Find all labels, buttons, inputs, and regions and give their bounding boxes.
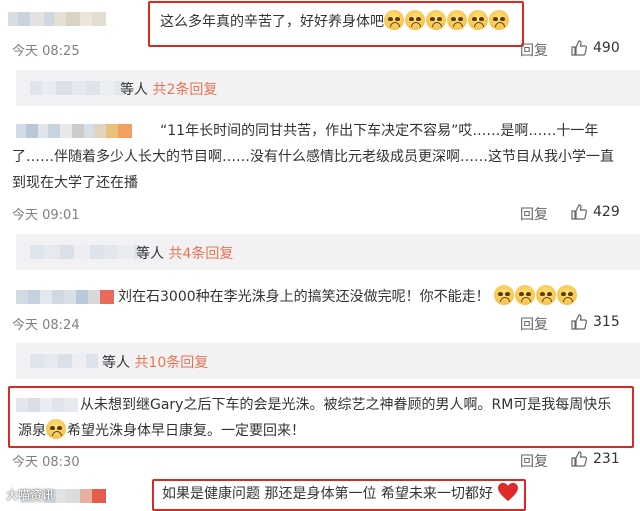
comment-text: 从未想到继Gary之后下车的会是光洙。被综艺之神眷顾的男人啊。RM可是我每周快乐 [80, 397, 612, 413]
username-blurred[interactable] [30, 245, 148, 259]
subreply-bar: 等人 共4条回复 [16, 234, 640, 270]
timestamp: 今天 09:01 [12, 208, 80, 223]
like-count: 315 [593, 314, 620, 330]
comment-text: 了……伴随着多少人长大的节目啊……没有什么感情比元老级成员更深啊……这节目从我小… [12, 149, 614, 165]
like-count: 231 [593, 451, 620, 467]
like-button[interactable]: 315 [571, 314, 620, 330]
crying-face-icon [384, 10, 404, 30]
like-button[interactable]: 231 [571, 451, 620, 467]
view-replies-link[interactable]: 共10条回复 [134, 355, 208, 371]
timestamp: 今天 08:25 [12, 44, 80, 59]
thumbs-up-icon [571, 40, 587, 56]
crying-face-icon [46, 419, 66, 439]
username-blurred[interactable] [30, 81, 128, 95]
reply-button[interactable]: 回复 [520, 451, 548, 471]
like-button[interactable]: 429 [571, 204, 620, 220]
subreply-users: 等人 [120, 82, 148, 98]
subreply-users: 等人 [136, 246, 164, 262]
like-count: 490 [593, 40, 620, 56]
username-blurred[interactable] [8, 12, 106, 26]
subreply-bar: 等人 共2条回复 [16, 70, 640, 106]
timestamp: 今天 08:30 [12, 455, 80, 470]
crying-face-icon [535, 285, 556, 305]
username-blurred[interactable] [16, 398, 78, 412]
username-blurred[interactable] [16, 124, 132, 138]
crying-face-icon [493, 285, 514, 305]
crying-face-icon [489, 10, 509, 30]
comment-text: 刘在石3000种在李光洙身上的搞笑还没做完呢！你不能走！ [118, 284, 578, 310]
crying-face-icon [556, 285, 577, 305]
subreply-bar: 等人 共10条回复 [16, 343, 640, 379]
comment-text: 源泉 希望光洙身体早日康复。一定要回来！ [18, 418, 305, 444]
red-heart-icon [498, 482, 519, 502]
like-button[interactable]: 490 [571, 40, 620, 56]
like-count: 429 [593, 204, 620, 220]
comment-text: 到现在大学了还在播 [12, 175, 138, 191]
comment-text: “11年长时间的同甘共苦，作出下车决定不容易”哎……是啊……十一年 [160, 123, 599, 139]
timestamp: 今天 08:24 [12, 318, 80, 333]
reply-button[interactable]: 回复 [520, 40, 548, 60]
comment-text: 如果是健康问题 那还是身体第一位 希望未来一切都好 [162, 481, 519, 507]
view-replies-link[interactable]: 共4条回复 [168, 246, 233, 262]
username-blurred[interactable] [16, 290, 114, 304]
crying-face-icon [405, 10, 425, 30]
watermark: 大喵资讯 [6, 488, 55, 502]
crying-face-icon [426, 10, 446, 30]
thumbs-up-icon [571, 451, 587, 467]
thumbs-up-icon [571, 314, 587, 330]
reply-button[interactable]: 回复 [520, 314, 548, 334]
crying-face-icon [514, 285, 535, 305]
crying-face-icon [447, 10, 467, 30]
comment-text: 这么多年真的辛苦了，好好养身体吧 [160, 9, 510, 35]
reply-button[interactable]: 回复 [520, 204, 548, 224]
view-replies-link[interactable]: 共2条回复 [152, 82, 217, 98]
thumbs-up-icon [571, 204, 587, 220]
subreply-users: 等人 [102, 355, 130, 371]
username-blurred[interactable] [30, 354, 98, 368]
crying-face-icon [468, 10, 488, 30]
